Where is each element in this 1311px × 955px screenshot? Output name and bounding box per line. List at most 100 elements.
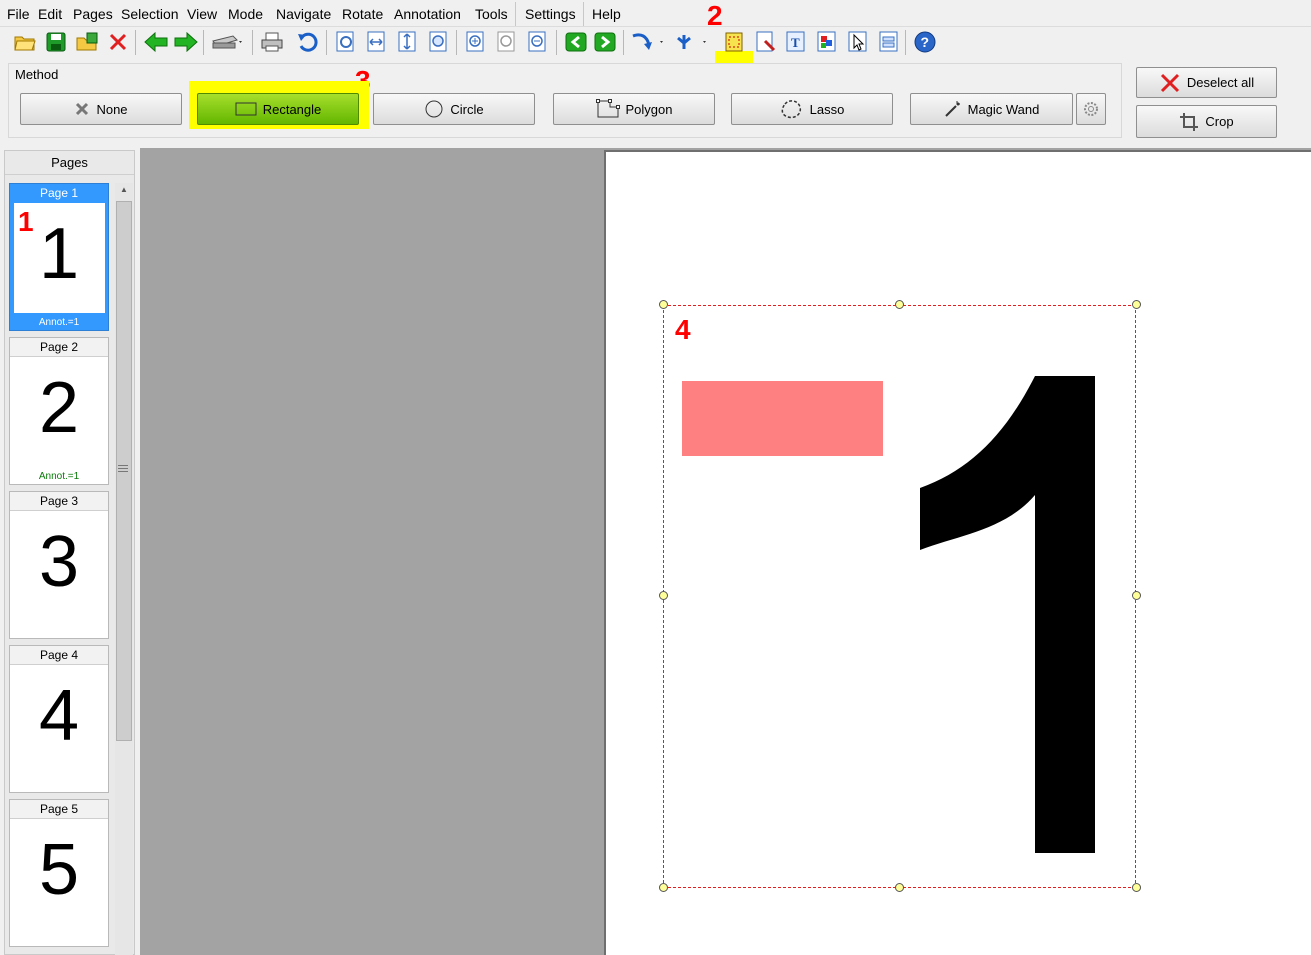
resize-handle[interactable] [659, 883, 668, 892]
save-icon[interactable] [44, 29, 68, 55]
magic-wand-icon [944, 101, 960, 117]
text-icon[interactable]: T [784, 29, 808, 55]
color-icon[interactable] [815, 29, 839, 55]
menu-mode[interactable]: Mode [228, 6, 263, 22]
toolbar-separator [556, 30, 557, 55]
menu-file[interactable]: File [7, 6, 30, 22]
gear-icon [1084, 102, 1098, 116]
menu-tools[interactable]: Tools [475, 6, 508, 22]
page-thumbnail-number: 4 [38, 676, 80, 756]
page-thumbnail-4[interactable]: Page 4 4 [9, 645, 109, 793]
page-thumbnail-3[interactable]: Page 3 3 [9, 491, 109, 639]
split-icon[interactable] [670, 29, 710, 55]
menu-navigate[interactable]: Navigate [276, 6, 331, 22]
menu-annotation[interactable]: Annotation [394, 6, 461, 22]
annotation-marker-1: 1 [18, 206, 34, 237]
lasso-button[interactable]: Lasso [731, 93, 893, 125]
page-thumbnail-number: 5 [38, 830, 80, 910]
resize-handle[interactable] [1132, 300, 1141, 309]
none-button[interactable]: None [20, 93, 182, 125]
zoom-actual-icon[interactable] [427, 29, 451, 55]
menu-view[interactable]: View [187, 6, 217, 22]
crop-icon [1180, 112, 1199, 131]
lasso-icon [781, 100, 801, 119]
resize-handle[interactable] [659, 591, 668, 600]
open-folder-icon[interactable] [13, 29, 37, 55]
form-icon[interactable] [877, 29, 901, 55]
zoom-width-icon[interactable] [365, 29, 389, 55]
zoom-page-icon[interactable] [495, 29, 519, 55]
menu-rotate[interactable]: Rotate [342, 6, 383, 22]
zoom-out-icon[interactable] [526, 29, 550, 55]
resize-handle[interactable] [1132, 883, 1141, 892]
resize-handle[interactable] [895, 300, 904, 309]
selection-tool-icon[interactable] [722, 29, 746, 55]
page-thumbnail-annot-count: Annot.=1 [38, 471, 80, 482]
menu-separator [515, 2, 516, 26]
print-icon[interactable] [260, 29, 284, 55]
resize-handle[interactable] [1132, 591, 1141, 600]
zoom-in-icon[interactable] [464, 29, 488, 55]
menu-selection[interactable]: Selection [121, 6, 179, 22]
menu-settings[interactable]: Settings [525, 6, 576, 22]
help-icon[interactable]: ? [913, 29, 937, 55]
menu-bar: File Edit Pages Selection View Mode Navi… [0, 0, 1311, 27]
crop-button[interactable]: Crop [1136, 105, 1277, 138]
menu-pages[interactable]: Pages [73, 6, 113, 22]
scroll-up-icon[interactable]: ▲ [118, 185, 130, 197]
close-icon[interactable] [106, 29, 130, 55]
rectangle-button-label: Rectangle [262, 101, 322, 117]
thumbnails-scrollbar[interactable]: ▲ [115, 183, 133, 955]
deselect-icon [1160, 73, 1179, 92]
circle-button[interactable]: Circle [373, 93, 535, 125]
magic-wand-settings-button[interactable] [1076, 93, 1106, 125]
polygon-icon [595, 99, 620, 118]
scanner-icon[interactable] [211, 29, 245, 55]
menu-separator [583, 2, 584, 26]
back-arrow-icon[interactable] [144, 29, 168, 55]
magic-wand-button[interactable]: Magic Wand [910, 93, 1073, 125]
cross-icon [76, 102, 89, 116]
annotation-marker-2: 2 [707, 0, 723, 31]
pages-panel-title: Pages [5, 151, 134, 175]
deselect-all-button-label: Deselect all [1186, 75, 1255, 90]
toolbar-separator [905, 30, 906, 55]
selection-rectangle[interactable] [663, 305, 1136, 888]
page-thumbnail-number: 2 [38, 368, 80, 448]
page-thumbnail-number: 3 [38, 522, 80, 602]
page-thumbnail-2[interactable]: Page 2 2 Annot.=1 [9, 337, 109, 485]
scrollbar-grip [118, 465, 128, 466]
menu-edit[interactable]: Edit [38, 6, 62, 22]
svg-text:?: ? [921, 34, 930, 50]
magic-wand-button-label: Magic Wand [967, 101, 1040, 117]
rectangle-icon [235, 102, 257, 116]
magnify-icon[interactable] [754, 29, 778, 55]
zoom-fit-icon[interactable] [334, 29, 358, 55]
rotate-icon[interactable] [630, 29, 666, 55]
toolbar-separator [252, 30, 253, 55]
polygon-button[interactable]: Polygon [553, 93, 715, 125]
pointer-icon[interactable] [846, 29, 870, 55]
toolbar-separator [623, 30, 624, 55]
circle-button-label: Circle [450, 101, 484, 117]
toolbar-separator [203, 30, 204, 55]
crop-button-label: Crop [1205, 114, 1234, 129]
page-thumbnail-5[interactable]: Page 5 5 [9, 799, 109, 947]
rectangle-button[interactable]: Rectangle [197, 93, 359, 125]
toolbar: T ? [0, 27, 1311, 87]
toolbar-separator [326, 30, 327, 55]
deselect-all-button[interactable]: Deselect all [1136, 67, 1277, 98]
save-as-icon[interactable] [75, 29, 99, 55]
resize-handle[interactable] [659, 300, 668, 309]
resize-handle[interactable] [895, 883, 904, 892]
polygon-button-label: Polygon [625, 101, 673, 117]
menu-help[interactable]: Help [592, 6, 621, 22]
forward-arrow-icon[interactable] [174, 29, 198, 55]
zoom-height-icon[interactable] [396, 29, 420, 55]
undo-icon[interactable] [296, 29, 320, 55]
toolbar-separator [135, 30, 136, 55]
circle-icon [425, 100, 443, 118]
prev-page-icon[interactable] [564, 29, 588, 55]
next-page-icon[interactable] [593, 29, 617, 55]
annotation-marker-4: 4 [675, 314, 691, 345]
